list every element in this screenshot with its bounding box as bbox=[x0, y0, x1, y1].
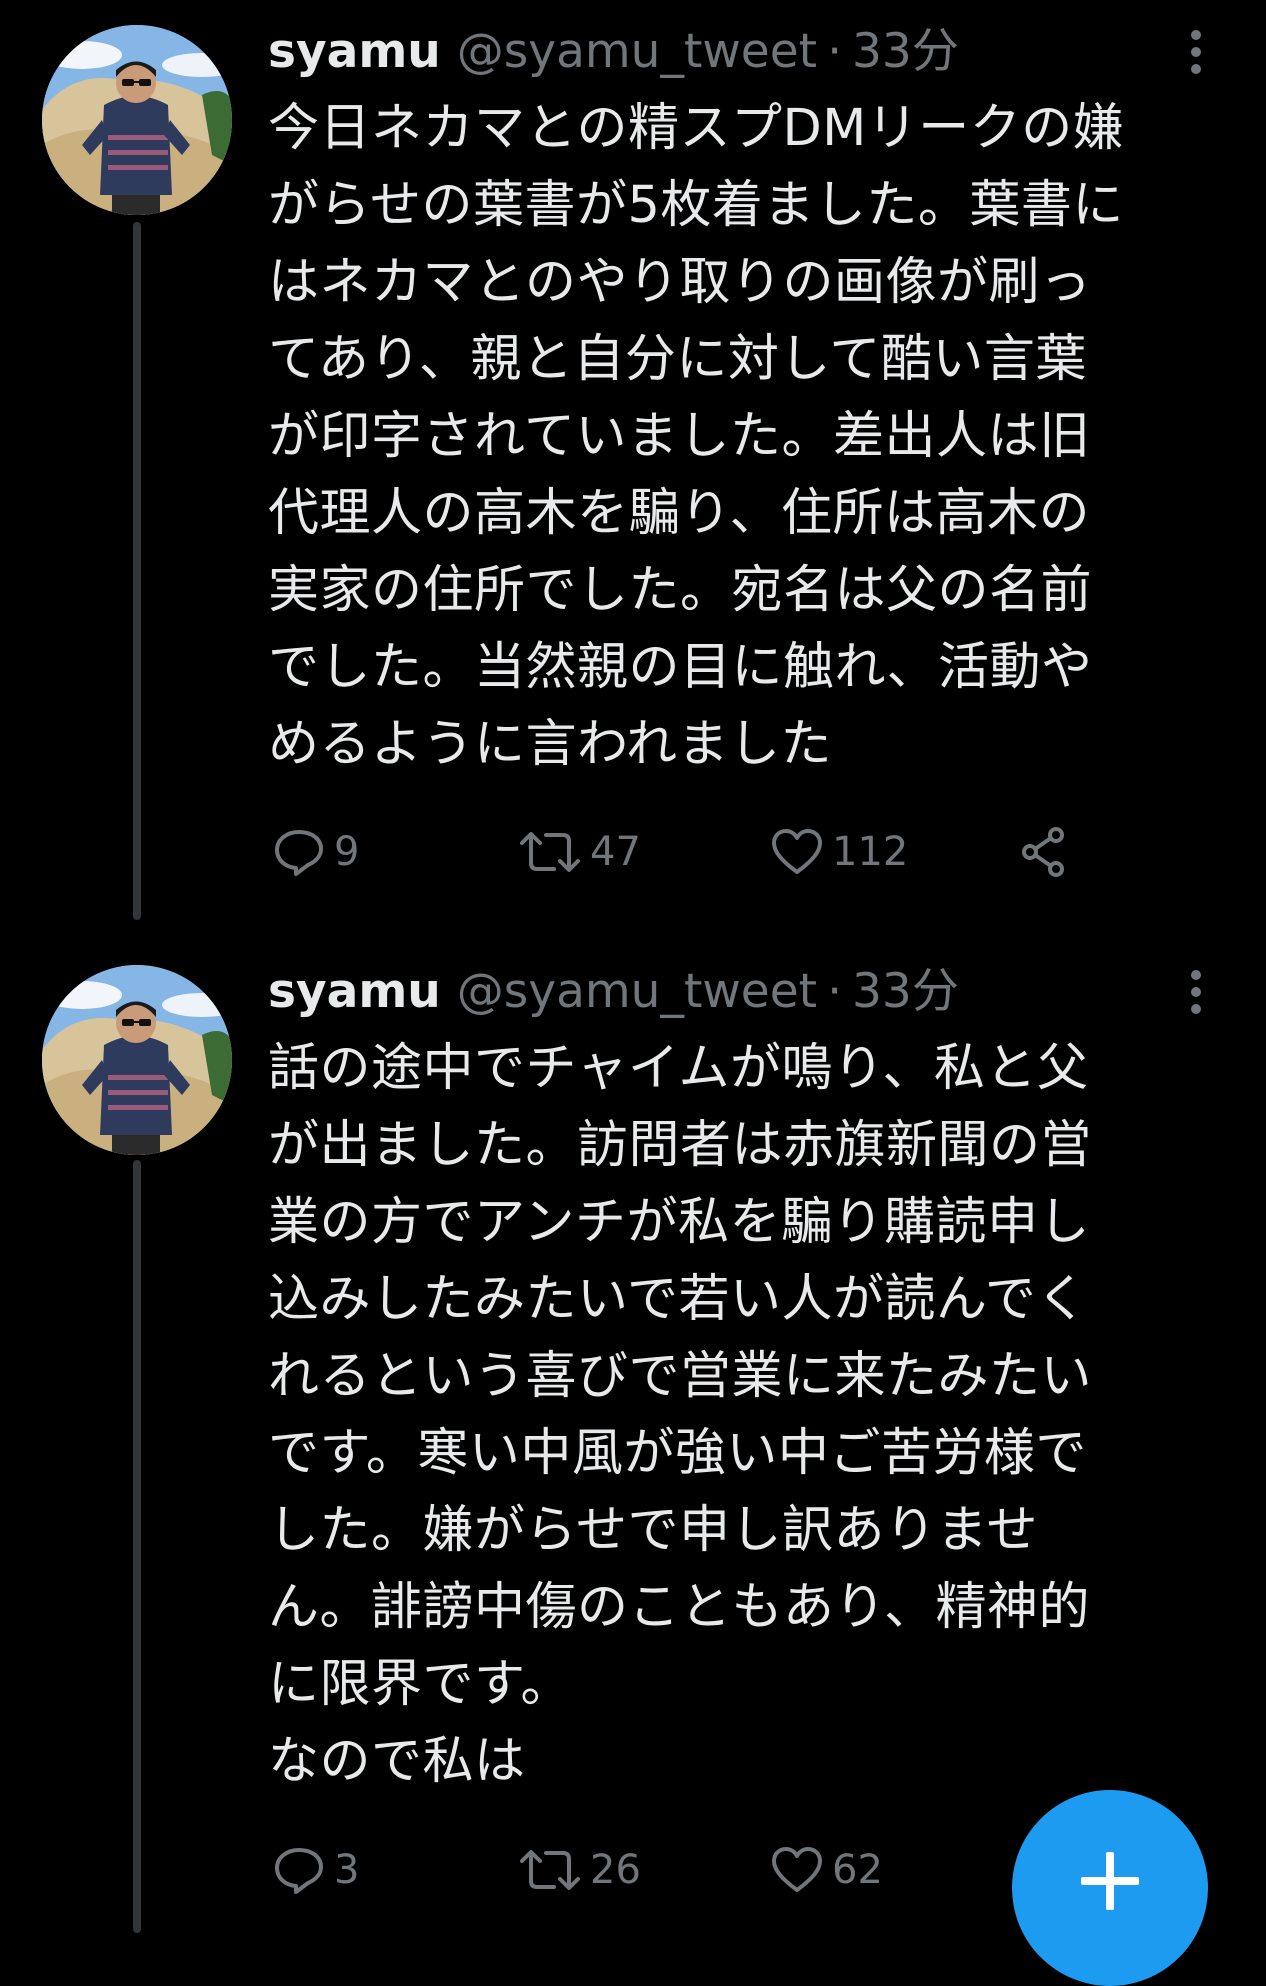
tweet-text-line: めるように言われました bbox=[268, 715, 832, 774]
heart-icon bbox=[772, 829, 822, 874]
avatar-photo bbox=[42, 25, 232, 215]
retweet-count: 26 bbox=[590, 1847, 641, 1893]
heart-icon bbox=[772, 1847, 822, 1892]
retweet-icon bbox=[520, 832, 580, 872]
reply-count: 9 bbox=[334, 829, 360, 875]
share-button[interactable] bbox=[1016, 817, 1070, 887]
tweet-text-line: がらせの葉書が5枚着ました。葉書に bbox=[268, 176, 1124, 235]
tweet-text-line: 今日ネカマとの精スプDMリークの嫌 bbox=[268, 99, 1125, 158]
tweet-text-line: が印字されていました。差出人は旧 bbox=[268, 407, 1091, 466]
compose-tweet-button[interactable] bbox=[1012, 1790, 1208, 1986]
reply-button[interactable]: 9 bbox=[272, 817, 359, 887]
retweet-button[interactable]: 47 bbox=[518, 817, 641, 887]
reply-count: 3 bbox=[334, 1847, 360, 1893]
reply-button[interactable]: 3 bbox=[272, 1835, 359, 1905]
display-name[interactable]: syamu bbox=[268, 957, 441, 1027]
tweet-text-line: した。嫌がらせで申し訳ありませ bbox=[268, 1501, 1038, 1560]
avatar-photo bbox=[42, 965, 232, 1155]
like-count: 62 bbox=[832, 1847, 883, 1893]
tweet-text: 話の途中でチャイムが鳴り、私と父 が出ました。訪問者は赤旗新聞の営 業の方でアン… bbox=[268, 1030, 1228, 1800]
tweet-text-line: てあり、親と自分に対して酷い言葉 bbox=[268, 330, 1087, 389]
tweet-text-line: 込みしたみたいで若い人が読んでく bbox=[268, 1270, 1088, 1329]
thread-line bbox=[133, 1160, 141, 1933]
tweet-text-line: 代理人の高木を騙り、住所は高木の bbox=[268, 484, 1090, 543]
plus-icon bbox=[1081, 1852, 1139, 1910]
tweet-text-line: ん。誹謗中傷のこともあり、精神的 bbox=[268, 1578, 1090, 1637]
user-handle[interactable]: @syamu_tweet bbox=[457, 17, 817, 87]
tweet-text-line: 業の方でアンチが私を騙り購読申し bbox=[268, 1193, 1090, 1252]
thread-line bbox=[133, 222, 141, 920]
avatar[interactable] bbox=[42, 965, 232, 1155]
tweet-text-line: でした。当然親の目に触れ、活動や bbox=[268, 638, 1093, 697]
retweet-count: 47 bbox=[590, 829, 641, 875]
tweet-text-line: です。寒い中風が強い中ご苦労様で bbox=[268, 1424, 1087, 1483]
like-button[interactable]: 62 bbox=[770, 1835, 883, 1905]
retweet-button[interactable]: 26 bbox=[518, 1835, 641, 1905]
reply-icon bbox=[275, 1848, 323, 1894]
timestamp[interactable]: 33分 bbox=[852, 957, 959, 1027]
like-count: 112 bbox=[832, 829, 909, 875]
display-name[interactable]: syamu bbox=[268, 17, 441, 87]
like-button[interactable]: 112 bbox=[770, 817, 908, 887]
tweet-text-line: が出ました。訪問者は赤旗新聞の営 bbox=[268, 1116, 1093, 1175]
more-options-button[interactable] bbox=[1176, 957, 1216, 1027]
reply-icon bbox=[275, 830, 323, 876]
retweet-icon bbox=[520, 1850, 580, 1890]
tweet-header: syamu @syamu_tweet · 33分 bbox=[268, 957, 959, 1027]
share-icon bbox=[1022, 827, 1064, 877]
separator-dot: · bbox=[827, 964, 843, 1019]
tweet-text-line: 話の途中でチャイムが鳴り、私と父 bbox=[268, 1039, 1089, 1098]
tweet-text-line: れるという喜びで営業に来たみたい bbox=[268, 1347, 1093, 1406]
tweet-header: syamu @syamu_tweet · 33分 bbox=[268, 17, 959, 87]
tweet-text-line: はネカマとのやり取りの画像が刷っ bbox=[268, 253, 1092, 312]
separator-dot: · bbox=[827, 24, 843, 79]
tweet-text-line: に限界です。 bbox=[268, 1655, 572, 1714]
tweet-text-line: なので私は bbox=[268, 1732, 526, 1791]
avatar[interactable] bbox=[42, 25, 232, 215]
more-vertical-icon bbox=[1191, 30, 1201, 74]
tweet-text-line: 実家の住所でした。宛名は父の名前 bbox=[268, 561, 1093, 620]
user-handle[interactable]: @syamu_tweet bbox=[457, 957, 817, 1027]
more-vertical-icon bbox=[1191, 970, 1201, 1014]
tweet-text: 今日ネカマとの精スプDMリークの嫌 がらせの葉書が5枚着ました。葉書に はネカマ… bbox=[268, 90, 1228, 783]
timestamp[interactable]: 33分 bbox=[852, 17, 959, 87]
more-options-button[interactable] bbox=[1176, 17, 1216, 87]
